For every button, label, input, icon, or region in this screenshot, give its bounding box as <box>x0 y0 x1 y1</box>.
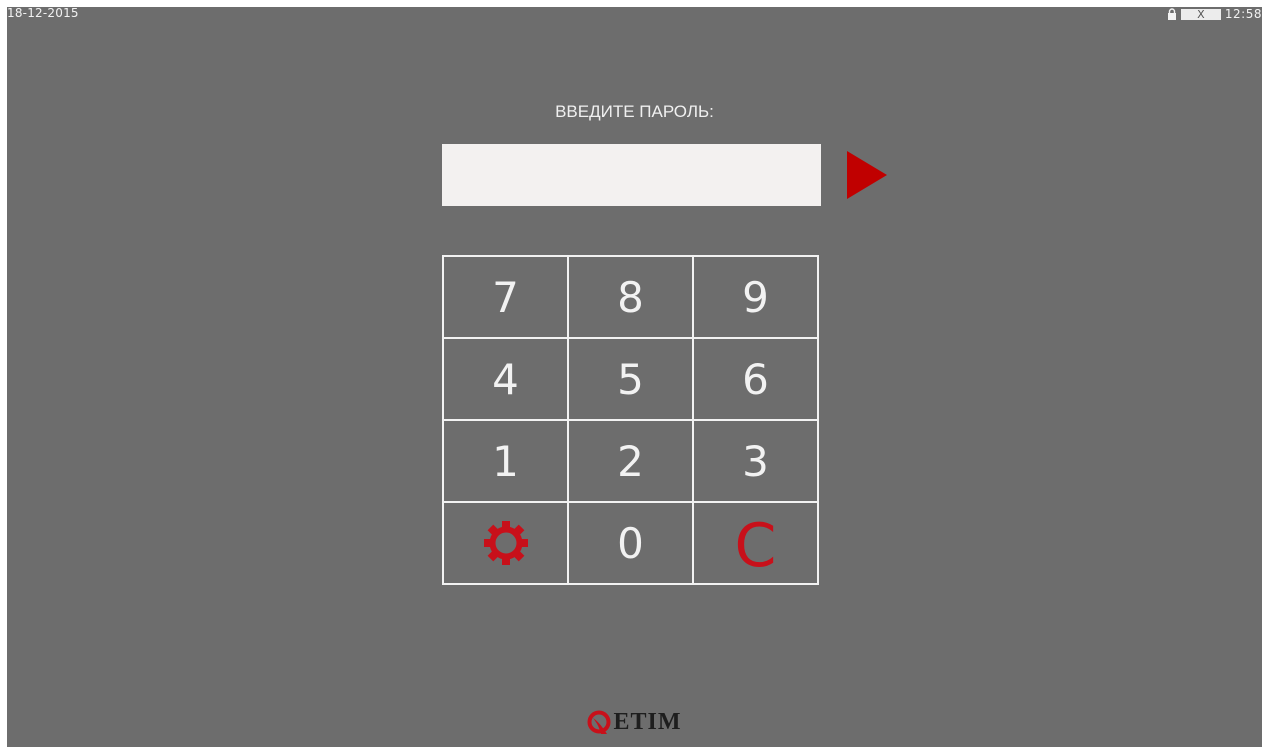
clock-display: 12:58 <box>1224 7 1262 21</box>
close-button[interactable]: X <box>1180 8 1221 20</box>
key-4[interactable]: 4 <box>443 338 568 420</box>
status-bar-right: X 12:58 <box>1167 7 1262 21</box>
key-3[interactable]: 3 <box>693 420 818 502</box>
key-8[interactable]: 8 <box>568 256 693 338</box>
clear-button[interactable]: C <box>693 502 818 584</box>
lock-icon <box>1167 8 1176 20</box>
settings-button[interactable] <box>443 502 568 584</box>
password-prompt-label: ВВЕДИТЕ ПАРОЛЬ: <box>555 102 714 121</box>
key-5[interactable]: 5 <box>568 338 693 420</box>
etim-logo-icon <box>587 710 611 734</box>
key-6[interactable]: 6 <box>693 338 818 420</box>
submit-arrow-button[interactable] <box>843 149 891 201</box>
password-input[interactable] <box>442 144 821 206</box>
key-7[interactable]: 7 <box>443 256 568 338</box>
login-screen: 18-12-2015 X 12:58 ВВЕДИТЕ ПАРОЛЬ: 7 8 9… <box>7 7 1262 747</box>
key-0[interactable]: 0 <box>568 502 693 584</box>
logo-text: ETIM <box>613 709 682 735</box>
etim-logo: ETIM <box>7 709 1262 736</box>
date-display: 18-12-2015 <box>7 7 79 20</box>
key-9[interactable]: 9 <box>693 256 818 338</box>
gear-icon <box>483 521 528 565</box>
numeric-keypad: 7 8 9 4 5 6 1 2 3 0 C <box>442 255 819 585</box>
key-2[interactable]: 2 <box>568 420 693 502</box>
key-1[interactable]: 1 <box>443 420 568 502</box>
